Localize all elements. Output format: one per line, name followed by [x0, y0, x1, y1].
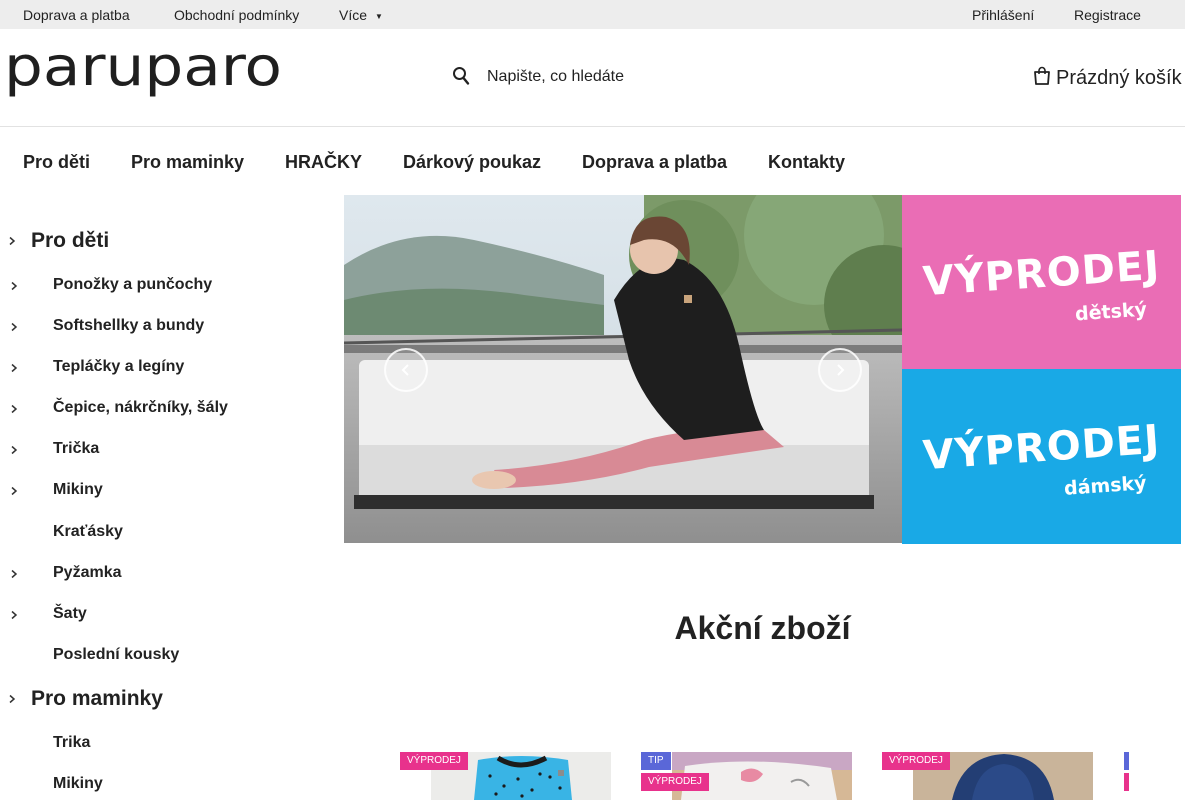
- hero-slider[interactable]: [344, 195, 902, 543]
- login-link[interactable]: Přihlášení: [972, 7, 1034, 23]
- slider-next-button[interactable]: [818, 348, 862, 392]
- tip-badge: [1124, 752, 1129, 770]
- banner-sale-ladies[interactable]: VÝPRODEJ dámský: [902, 369, 1181, 544]
- cart-button[interactable]: Prázdný košík: [1056, 67, 1182, 90]
- logo-text: paruparo: [4, 35, 282, 98]
- sidebar-item-label: Mikiny: [53, 775, 103, 792]
- sidebar-item-label: Trička: [53, 440, 100, 457]
- chevron-right-icon[interactable]: [9, 281, 19, 291]
- sidebar-item-label: Mikiny: [53, 481, 103, 498]
- chevron-right-icon[interactable]: [7, 236, 17, 246]
- chevron-right-icon[interactable]: [9, 363, 19, 373]
- sidebar-category-label: Pro děti: [31, 229, 110, 252]
- section-title: Akční zboží: [674, 610, 851, 646]
- product-card[interactable]: VÝPRODEJ: [400, 752, 612, 800]
- search-icon[interactable]: [452, 66, 470, 86]
- sidebar-item-label: Trika: [53, 734, 91, 751]
- tip-badge: TIP: [641, 752, 671, 770]
- nav-moms[interactable]: Pro maminky: [131, 152, 244, 173]
- chevron-right-icon[interactable]: [7, 694, 17, 704]
- chevron-right-icon[interactable]: [9, 486, 19, 496]
- chevron-right-icon[interactable]: [9, 404, 19, 414]
- nav-kids[interactable]: Pro děti: [23, 152, 90, 173]
- chevron-right-icon[interactable]: [9, 445, 19, 455]
- slider-prev-button[interactable]: [384, 348, 428, 392]
- sidebar-item-label: Pyžamka: [53, 564, 122, 581]
- banner-title: VÝPRODEJ: [921, 242, 1162, 306]
- product-card[interactable]: [1124, 752, 1185, 800]
- chevron-left-icon: [401, 364, 409, 376]
- sidebar-item-label: Šaty: [53, 605, 87, 622]
- banner-subtitle: dětský: [1074, 298, 1148, 326]
- nav-shipping[interactable]: Doprava a platba: [582, 152, 727, 173]
- chevron-right-icon[interactable]: [9, 610, 19, 620]
- chevron-right-icon: [837, 364, 845, 376]
- top-bar: Doprava a platba Obchodní podmínky Více ▼…: [0, 0, 1185, 29]
- top-link-terms[interactable]: Obchodní podmínky: [174, 7, 299, 23]
- chevron-right-icon[interactable]: [9, 569, 19, 579]
- main-navigation: Pro děti Pro maminky HRAČKY Dárkový pouk…: [0, 127, 1185, 195]
- nav-gift-voucher[interactable]: Dárkový poukaz: [403, 152, 541, 173]
- sidebar-item-label: Softshellky a bundy: [53, 317, 205, 334]
- sale-badge: VÝPRODEJ: [400, 752, 468, 770]
- sidebar-item-label: Čepice, nákrčníky, šály: [53, 399, 228, 416]
- cart-icon[interactable]: [1033, 66, 1051, 86]
- site-header: paruparo Napište, co hledáte Prázdný koš…: [0, 29, 1185, 127]
- category-sidebar: Pro děti Ponožky a punčochy Softshellky …: [0, 195, 340, 800]
- banner-subtitle: dámský: [1063, 472, 1148, 500]
- sidebar-category-label: Pro maminky: [31, 687, 163, 710]
- sidebar-item-label: Poslední kousky: [53, 646, 180, 663]
- sale-badge: VÝPRODEJ: [641, 773, 709, 791]
- sidebar-item-label: Tepláčky a legíny: [53, 358, 185, 375]
- top-link-more-label: Více: [339, 7, 368, 23]
- chevron-down-icon: ▼: [375, 12, 383, 21]
- top-link-more[interactable]: Více ▼: [339, 7, 383, 23]
- sale-badge: VÝPRODEJ: [882, 752, 950, 770]
- sale-badge: [1124, 773, 1129, 791]
- chevron-right-icon[interactable]: [9, 322, 19, 332]
- search-input[interactable]: Napište, co hledáte: [487, 68, 624, 86]
- sidebar-item-label: Kraťásky: [53, 523, 123, 540]
- sidebar-item-label: Ponožky a punčochy: [53, 276, 213, 293]
- product-card[interactable]: VÝPRODEJ: [882, 752, 1094, 800]
- nav-toys[interactable]: HRAČKY: [285, 152, 362, 173]
- banner-sale-kids[interactable]: VÝPRODEJ dětský: [902, 195, 1181, 369]
- product-card[interactable]: TIP VÝPRODEJ: [641, 752, 853, 800]
- banner-title: VÝPRODEJ: [921, 416, 1162, 480]
- top-link-shipping[interactable]: Doprava a platba: [23, 7, 130, 23]
- nav-contacts[interactable]: Kontakty: [768, 152, 845, 173]
- register-link[interactable]: Registrace: [1074, 7, 1141, 23]
- site-logo[interactable]: paruparo: [4, 35, 286, 111]
